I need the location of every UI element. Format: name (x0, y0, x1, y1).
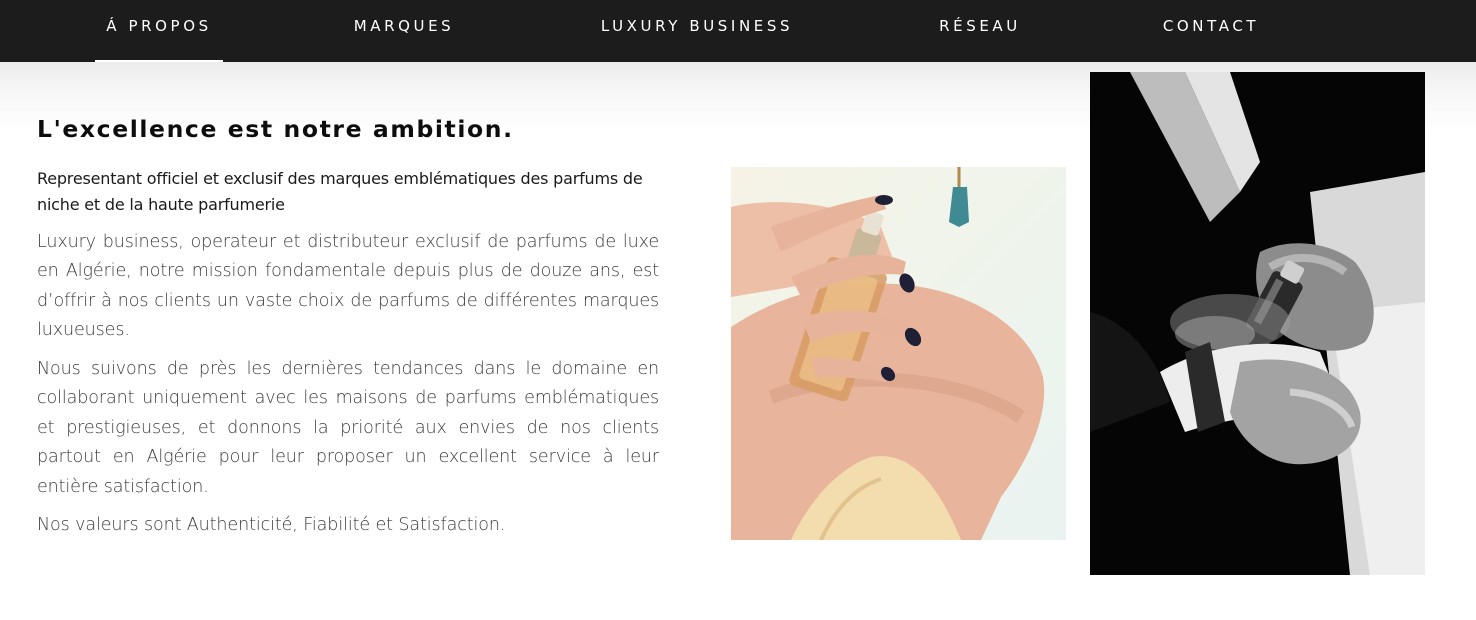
perfume-shoulder-photo (731, 167, 1066, 540)
perfume-wrist-photo (1090, 72, 1425, 575)
about-paragraph: Luxury business, operateur et distribute… (37, 232, 659, 341)
main-nav: Á PROPOS MARQUES LUXURY BUSINESS RÉSEAU … (0, 0, 1476, 62)
intro-subheading: Representant officiel et exclusif des ma… (37, 169, 643, 214)
nav-item-luxury-business[interactable]: LUXURY BUSINESS (584, 0, 810, 62)
page-headline: L'excellence est notre ambition. (37, 115, 514, 143)
about-paragraph: Nous suivons de près les dernières tenda… (37, 359, 659, 497)
nav-item-a-propos[interactable]: Á PROPOS (95, 0, 223, 62)
nav-item-marques[interactable]: MARQUES (340, 0, 468, 62)
values-paragraph: Nos valeurs sont Authenticité, Fiabilité… (37, 515, 506, 535)
nav-item-reseau[interactable]: RÉSEAU (928, 0, 1032, 62)
nav-item-contact[interactable]: CONTACT (1150, 0, 1272, 62)
